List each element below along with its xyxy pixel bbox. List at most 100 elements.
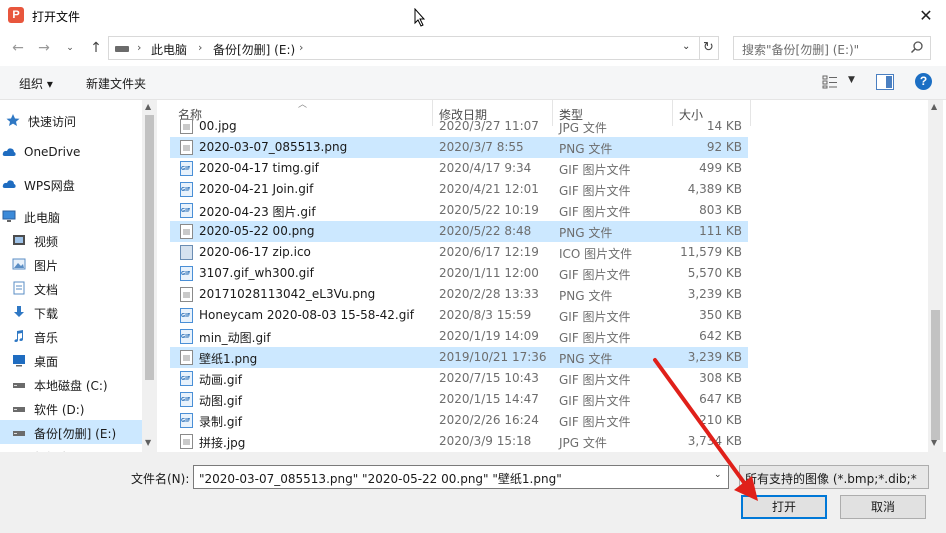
chevron-down-icon[interactable]: ⌄ xyxy=(714,470,722,480)
file-type: PNG 文件 xyxy=(559,352,613,366)
nav-item-label: 音乐 xyxy=(34,331,59,345)
file-row[interactable]: 2020-06-17 zip.ico 2020/6/17 12:19 ICO 图片文… xyxy=(170,242,748,263)
file-size: 499 KB xyxy=(699,161,742,175)
refresh-icon[interactable]: ↻ xyxy=(699,36,719,60)
file-date: 2020/2/26 16:24 xyxy=(439,413,539,427)
nav-item[interactable]: 音乐 xyxy=(0,324,142,348)
file-row[interactable]: 2020-03-07_085513.png 2020/3/7 8:55 PNG 文件… xyxy=(170,137,748,158)
forward-arrow-icon[interactable]: → xyxy=(34,38,54,58)
nav-scrollbar-thumb[interactable] xyxy=(145,115,154,380)
file-size: 350 KB xyxy=(699,308,742,322)
png-file-icon xyxy=(180,350,193,365)
breadcrumb-separator[interactable]: › xyxy=(299,41,303,54)
nav-item[interactable]: OneDrive xyxy=(0,140,142,164)
nav-item[interactable]: 文档 xyxy=(0,276,142,300)
cancel-button[interactable]: 取消 xyxy=(840,495,926,519)
file-row[interactable]: 20171028113042_eL3Vu.png 2020/2/28 13:33 P… xyxy=(170,284,748,305)
file-date: 2020/1/11 12:00 xyxy=(439,266,539,280)
breadcrumb-separator[interactable]: › xyxy=(198,41,202,54)
file-row[interactable]: 录制.gif 2020/2/26 16:24 GIF 图片文件 210 KB xyxy=(170,410,748,431)
nav-item[interactable]: 此电脑 xyxy=(0,204,142,228)
filename-input[interactable]: "2020-03-07_085513.png" "2020-05-22 00.p… xyxy=(193,465,729,489)
file-row[interactable]: 3107.gif_wh300.gif 2020/1/11 12:00 GIF 图片文… xyxy=(170,263,748,284)
file-type: PNG 文件 xyxy=(559,226,613,240)
file-row[interactable]: 2020-04-23 图片.gif 2020/5/22 10:19 GIF 图片文件… xyxy=(170,200,748,221)
file-row[interactable]: 2020-05-22 00.png 2020/5/22 8:48 PNG 文件 111… xyxy=(170,221,748,242)
nav-item-label: 软件 (D:) xyxy=(34,403,85,417)
nav-item-label: 备份[勿删] (E:) xyxy=(34,427,117,441)
file-size: 111 KB xyxy=(699,224,742,238)
nav-item[interactable]: 软件 (D:) xyxy=(0,396,142,420)
file-row[interactable]: Honeycam 2020-08-03 15-58-42.gif 2020/8/3… xyxy=(170,305,748,326)
preview-pane-icon[interactable] xyxy=(876,74,894,90)
file-type: GIF 图片文件 xyxy=(559,415,631,429)
nav-item[interactable]: 快速访问 xyxy=(0,108,142,132)
drive-icon xyxy=(115,46,129,52)
open-button[interactable]: 打开 xyxy=(741,495,827,519)
file-type: GIF 图片文件 xyxy=(559,373,631,387)
breadcrumb-drive-e[interactable]: 备份[勿删] (E:) xyxy=(213,41,295,58)
view-options-chevron-icon[interactable]: ▼ xyxy=(848,75,855,85)
view-details-icon[interactable] xyxy=(822,75,840,89)
file-name: 2020-03-07_085513.png xyxy=(199,140,348,154)
file-row[interactable]: 动画.gif 2020/7/15 10:43 GIF 图片文件 308 KB xyxy=(170,368,748,389)
nav-item-label: 桌面 xyxy=(34,355,59,369)
close-icon[interactable]: ✕ xyxy=(906,0,946,32)
star-icon xyxy=(6,114,20,126)
nav-item[interactable]: WPS网盘 xyxy=(0,172,142,196)
file-list-scrollbar-thumb[interactable] xyxy=(931,310,940,440)
file-date: 2020/1/19 14:09 xyxy=(439,329,539,343)
chevron-down-icon[interactable]: ⌄ xyxy=(682,41,690,52)
file-row[interactable]: 动图.gif 2020/1/15 14:47 GIF 图片文件 647 KB xyxy=(170,389,748,410)
nav-item[interactable]: 新加卷 (F:) xyxy=(0,444,142,452)
back-arrow-icon[interactable]: ← xyxy=(8,38,28,58)
file-row[interactable]: 2020-04-21 Join.gif 2020/4/21 12:01 GIF 图片… xyxy=(170,179,748,200)
file-row[interactable]: 壁纸1.png 2019/10/21 17:36 PNG 文件 3,239 KB xyxy=(170,347,748,368)
nav-item[interactable]: 视频 xyxy=(0,228,142,252)
file-name: 2020-04-21 Join.gif xyxy=(199,182,314,196)
file-name: 壁纸1.png xyxy=(199,352,258,366)
file-name: 2020-06-17 zip.ico xyxy=(199,245,311,259)
file-row[interactable]: min_动图.gif 2020/1/19 14:09 GIF 图片文件 642 KB xyxy=(170,326,748,347)
file-row[interactable]: 拼接.jpg 2020/3/9 15:18 JPG 文件 3,734 KB xyxy=(170,431,748,452)
drive-icon xyxy=(13,431,25,436)
breadcrumb-this-pc[interactable]: 此电脑 xyxy=(151,41,187,58)
nav-item[interactable]: 图片 xyxy=(0,252,142,276)
nav-item-label: 图片 xyxy=(34,259,59,273)
file-date: 2020/7/15 10:43 xyxy=(439,371,539,385)
nav-item[interactable]: 下载 xyxy=(0,300,142,324)
nav-item[interactable]: 备份[勿删] (E:) xyxy=(0,420,142,444)
help-icon[interactable]: ? xyxy=(915,73,932,90)
toolbar: 组织 ▾ 新建文件夹 ▼ ? xyxy=(0,66,946,100)
recent-locations-icon[interactable]: ⌄ xyxy=(60,38,80,58)
jpg-file-icon xyxy=(180,119,193,134)
mouse-cursor-icon xyxy=(414,8,426,27)
file-size: 14 KB xyxy=(706,119,742,133)
gif-file-icon xyxy=(180,308,193,323)
file-type: GIF 图片文件 xyxy=(559,394,631,408)
filename-value: "2020-03-07_085513.png" "2020-05-22 00.p… xyxy=(199,472,562,486)
document-icon xyxy=(13,281,25,295)
file-type: ICO 图片文件 xyxy=(559,247,633,261)
cloud-icon xyxy=(2,148,16,156)
nav-item-label: 快速访问 xyxy=(28,115,77,129)
file-name: 动图.gif xyxy=(199,394,242,408)
file-row[interactable]: 00.jpg 2020/3/27 11:07 JPG 文件 14 KB xyxy=(170,116,748,137)
file-size: 92 KB xyxy=(706,140,742,154)
file-date: 2020/2/28 13:33 xyxy=(439,287,539,301)
search-input[interactable]: 搜索"备份[勿删] (E:)" xyxy=(733,36,931,60)
address-bar[interactable]: › 此电脑 › 备份[勿删] (E:) › ⌄ xyxy=(108,36,700,60)
file-date: 2020/4/21 12:01 xyxy=(439,182,539,196)
file-list: ︿ 名称 修改日期 类型 大小 00.jpg 2020/3/27 11:07 JPG… xyxy=(170,100,930,452)
up-arrow-icon[interactable]: ↑ xyxy=(86,38,106,58)
window-title: 打开文件 xyxy=(32,10,81,24)
new-folder-button[interactable]: 新建文件夹 xyxy=(86,75,146,92)
nav-item-label: 下载 xyxy=(34,307,59,321)
nav-item[interactable]: 本地磁盘 (C:) xyxy=(0,372,142,396)
nav-item[interactable]: 桌面 xyxy=(0,348,142,372)
file-row[interactable]: 2020-04-17 timg.gif 2020/4/17 9:34 GIF 图片文… xyxy=(170,158,748,179)
organize-button[interactable]: 组织 ▾ xyxy=(19,75,53,92)
breadcrumb-separator[interactable]: › xyxy=(137,41,141,54)
filetype-select[interactable]: 所有支持的图像 (*.bmp;*.dib;* xyxy=(739,465,929,489)
file-date: 2020/5/22 10:19 xyxy=(439,203,539,217)
